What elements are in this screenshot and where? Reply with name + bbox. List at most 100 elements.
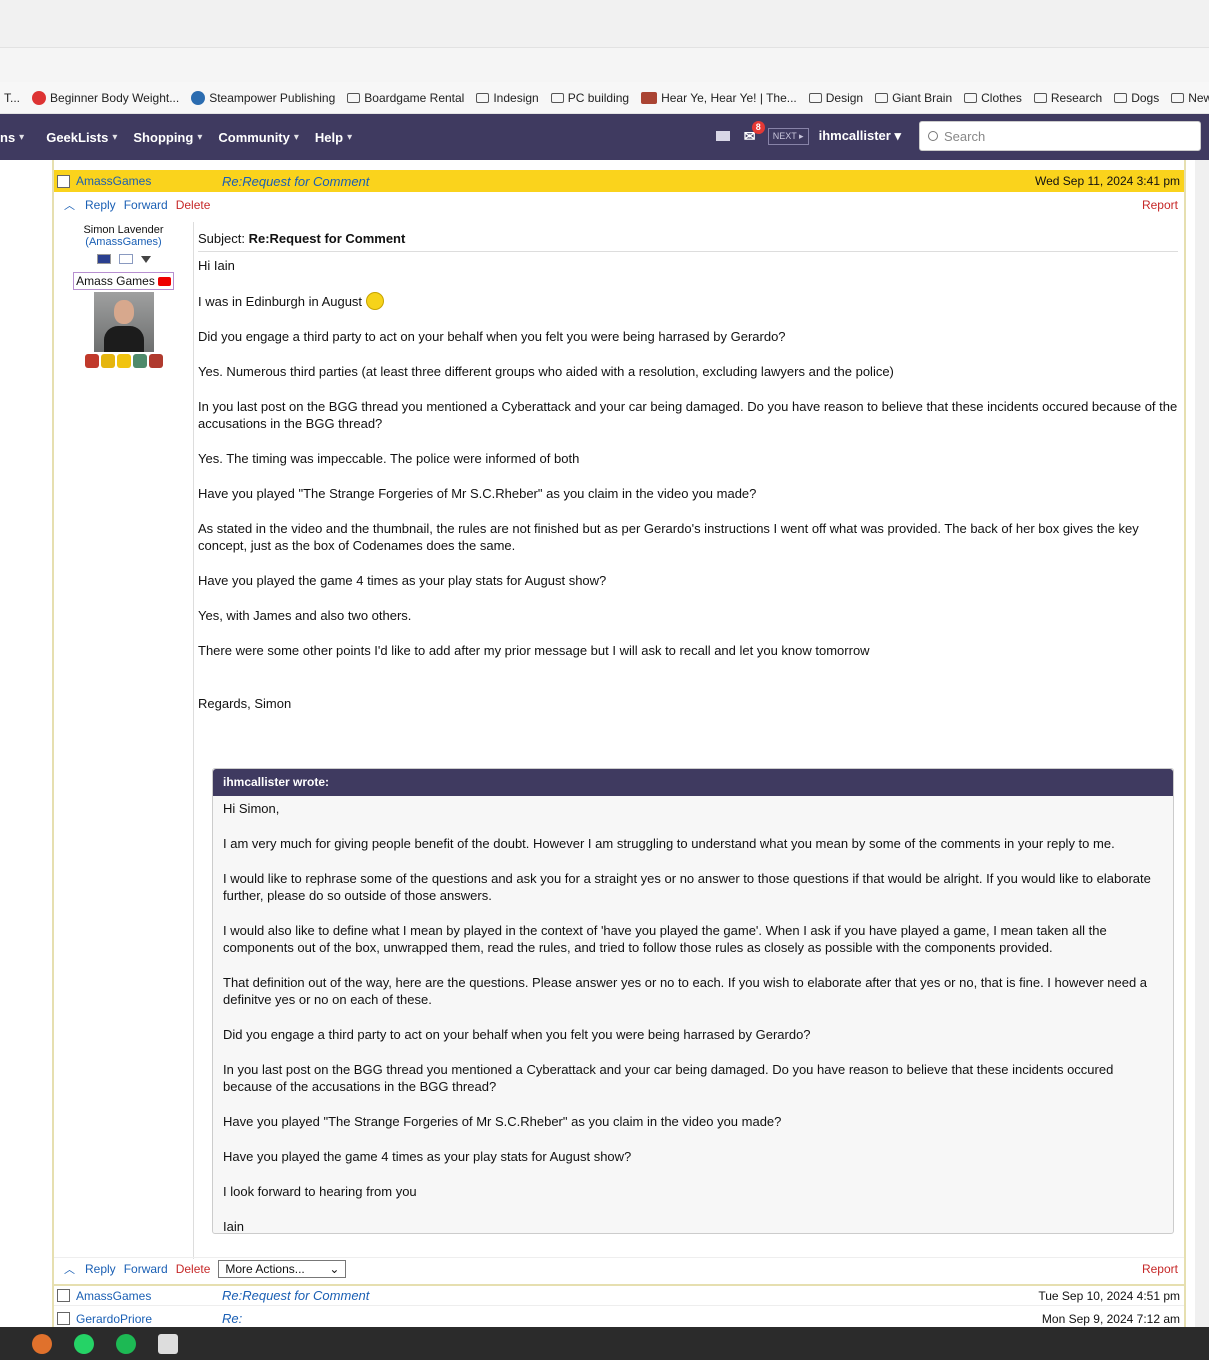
paragraph: Have you played "The Strange Forgeries o… [198,486,757,501]
bookmark-1[interactable]: Steampower Publishing [191,90,335,105]
quote-paragraph: Iain [223,1219,244,1234]
paragraph: Hi Iain [198,258,235,273]
vpn-app-icon[interactable] [32,1333,52,1354]
bookmark-7[interactable]: Giant Brain [875,91,952,105]
folder-icon [1171,92,1185,103]
notification-badge: 8 [751,121,765,134]
nav-item-help[interactable]: Help ▾ [315,130,352,145]
nav-item-geeklists[interactable]: GeekLists ▾ [46,130,117,145]
message-date: Wed Sep 11, 2024 3:41 pm [1035,174,1180,188]
quote-paragraph: I would like to rephrase some of the que… [223,871,1151,903]
caret-down-icon: ▾ [293,131,299,143]
forward-button[interactable]: Forward [124,198,168,212]
message-header-row[interactable]: AmassGames Re:Request for Comment Wed Se… [54,170,1184,192]
browser-toolbar [0,48,1209,82]
nav-item-community[interactable]: Community ▾ [218,130,299,145]
caret-down-icon: ▾ [197,131,203,143]
spotify-icon[interactable] [116,1333,136,1354]
bookmark-4[interactable]: PC building [550,91,629,105]
message-thread: AmassGames Re:Request for Comment Wed Se… [0,160,1209,1330]
author-icons [54,254,193,264]
megaphone-icon[interactable]: ✉ 8 [744,121,765,143]
next-button[interactable]: NEXT ▸ [767,127,809,145]
site-nav: ns ▾ GeekLists ▾ Shopping ▾ Community ▾ Help… [0,114,1209,160]
collapse-chevron-icon[interactable]: ︿ [64,1261,75,1277]
bookmark-icon [32,90,47,105]
more-actions-select[interactable]: More Actions... ⌄ [218,1259,347,1278]
subject-link[interactable]: Re:Request for Comment [222,1288,1038,1303]
microbadge-icon [100,354,115,368]
whatsapp-icon[interactable] [74,1333,94,1354]
bookmark-10[interactable]: Dogs [1114,91,1159,105]
bookmark-5[interactable]: Hear Ye, Hear Ye! | The... [641,91,797,105]
author-badge[interactable]: Amass Games [73,272,174,290]
message-actions-top: ︿ Reply Forward Delete Report [54,194,1184,216]
microbadge-icon [84,354,99,368]
quote-paragraph: Hi Simon, [223,801,280,816]
quote-paragraph: I would also like to define what I mean … [223,923,1107,955]
report-button[interactable]: Report [1142,198,1178,212]
paragraph: Yes, with James and also two others. [198,608,412,623]
select-checkbox[interactable] [57,1289,70,1302]
envelope-icon[interactable] [715,131,730,141]
app-icon[interactable] [158,1333,178,1354]
search-input[interactable]: Search [919,121,1201,151]
folder-icon [808,92,822,103]
bookmarks-bar: T... Beginner Body Weight... Steampower … [0,82,1209,114]
avatar[interactable] [93,292,154,352]
bookmark-2[interactable]: Boardgame Rental [347,91,464,105]
sender-link[interactable]: AmassGames [76,1289,222,1303]
author-panel: Simon Lavender (AmassGames) Amass Games [54,222,194,1259]
reply-button[interactable]: Reply [85,198,116,212]
forward-button[interactable]: Forward [124,1262,168,1276]
list-item[interactable]: AmassGames Re:Request for Comment Tue Se… [54,1284,1184,1306]
uk-flag-icon [96,254,111,264]
sender-link[interactable]: GerardoPriore [76,1312,222,1326]
folder-icon [1114,92,1128,103]
scrollbar[interactable] [1195,160,1209,1327]
subject-link[interactable]: Re:Request for Comment [222,174,1035,189]
paragraph: Have you played the game 4 times as your… [198,573,607,588]
mail-icon[interactable] [118,254,133,264]
message-actions-bottom: ︿ Reply Forward Delete More Actions... ⌄ … [54,1257,1184,1279]
bookmark-0[interactable]: Beginner Body Weight... [32,90,179,105]
delete-button[interactable]: Delete [176,198,211,212]
folder-icon [347,92,361,103]
quote-header: ihmcallister wrote: [213,769,1173,796]
caret-down-icon: ▾ [347,131,353,143]
caret-down-icon: ▾ [112,131,118,143]
smiley-icon [366,292,385,310]
quote-paragraph: In you last post on the BGG thread you m… [223,1062,1114,1094]
reply-button[interactable]: Reply [85,1262,116,1276]
nav-item-shopping[interactable]: Shopping ▾ [133,130,202,145]
paragraph: Did you engage a third party to act on y… [198,329,786,344]
bookmark-8[interactable]: Clothes [964,91,1022,105]
user-microbadges [54,354,193,368]
select-checkbox[interactable] [57,174,70,188]
bookmark-truncated[interactable]: T... [4,91,20,105]
bookmark-6[interactable]: Design [808,91,863,105]
quote-body: Hi Simon, I am very much for giving peop… [213,796,1173,1239]
report-button[interactable]: Report [1142,1262,1178,1276]
delete-button[interactable]: Delete [176,1262,211,1276]
quote-paragraph: I look forward to hearing from you [223,1184,417,1199]
bookmark-11[interactable]: New folder [1171,91,1209,105]
collapse-chevron-icon[interactable]: ︿ [64,197,75,213]
quoted-message: ihmcallister wrote: Hi Simon, I am very … [212,768,1174,1234]
dropdown-arrow-icon[interactable] [140,256,151,263]
wordpress-icon [191,90,206,105]
select-checkbox[interactable] [57,1312,70,1325]
paragraph: Yes. Numerous third parties (at least th… [198,364,894,379]
bookmark-3[interactable]: Indesign [476,91,539,105]
bookmark-9[interactable]: Research [1033,91,1102,105]
quote-paragraph: I am very much for giving people benefit… [223,836,1115,851]
folder-icon [875,92,889,103]
message-date: Tue Sep 10, 2024 4:51 pm [1038,1288,1180,1303]
sender-link[interactable]: AmassGames [76,174,222,188]
subject-link[interactable]: Re: [222,1311,1042,1326]
user-menu[interactable]: ihmcallister ▾ [819,128,901,144]
author-handle[interactable]: (AmassGames) [54,236,193,248]
folder-icon [964,92,978,103]
subject-line: Subject: Re:Request for Comment [198,222,1178,252]
nav-item-truncated[interactable]: ns ▾ [0,130,24,145]
